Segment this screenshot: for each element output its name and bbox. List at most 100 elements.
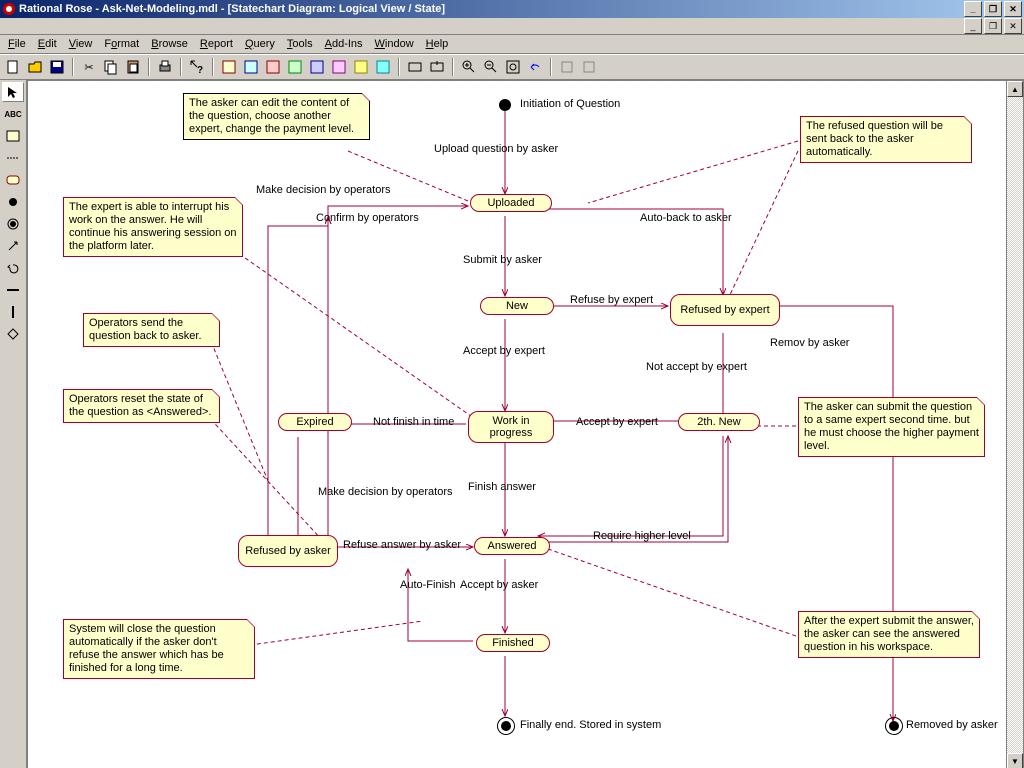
view7-icon[interactable] bbox=[351, 57, 371, 77]
save-icon[interactable] bbox=[47, 57, 67, 77]
menu-file[interactable]: File bbox=[2, 37, 32, 51]
cut-icon[interactable]: ✂ bbox=[79, 57, 99, 77]
state-uploaded[interactable]: Uploaded bbox=[470, 194, 552, 212]
state-refused-asker[interactable]: Refused by asker bbox=[238, 535, 338, 567]
state-2th-new[interactable]: 2th. New bbox=[678, 413, 760, 431]
menu-addins[interactable]: Add-Ins bbox=[319, 37, 369, 51]
view4-icon[interactable] bbox=[285, 57, 305, 77]
scroll-up-icon[interactable]: ▲ bbox=[1007, 81, 1023, 97]
label-refuse-ans: Refuse answer by asker bbox=[343, 539, 461, 551]
vbar-tool-icon[interactable] bbox=[2, 302, 24, 322]
fit-icon[interactable] bbox=[503, 57, 523, 77]
label-accept-ask: Accept by asker bbox=[460, 579, 538, 591]
label-final: Finally end. Stored in system bbox=[520, 719, 661, 731]
menu-help[interactable]: Help bbox=[420, 37, 455, 51]
label-autofin: Auto-Finish bbox=[400, 579, 456, 591]
mdi-restore-button[interactable]: ❐ bbox=[984, 18, 1002, 34]
initial-state[interactable] bbox=[499, 99, 511, 111]
open-icon[interactable] bbox=[25, 57, 45, 77]
menu-edit[interactable]: Edit bbox=[32, 37, 63, 51]
note-refused-autoback[interactable]: The refused question will be sent back t… bbox=[800, 116, 972, 163]
canvas-wrap: Uploaded New Refused by expert Expired W… bbox=[27, 80, 1024, 768]
label-remov: Remov by asker bbox=[770, 337, 849, 349]
zoomout-icon[interactable] bbox=[481, 57, 501, 77]
menu-browse[interactable]: Browse bbox=[145, 37, 194, 51]
state-wip[interactable]: Work in progress bbox=[468, 411, 554, 443]
print-icon[interactable] bbox=[155, 57, 175, 77]
menu-view[interactable]: View bbox=[63, 37, 99, 51]
menu-report[interactable]: Report bbox=[194, 37, 239, 51]
menu-bar: File Edit View Format Browse Report Quer… bbox=[0, 35, 1024, 54]
view2-icon[interactable] bbox=[241, 57, 261, 77]
parent-icon[interactable] bbox=[427, 57, 447, 77]
label-notaccept: Not accept by expert bbox=[646, 361, 747, 373]
view1-icon[interactable] bbox=[219, 57, 239, 77]
undo-icon[interactable] bbox=[525, 57, 545, 77]
hbar-tool-icon[interactable] bbox=[2, 280, 24, 300]
tb-extra1-icon[interactable] bbox=[557, 57, 577, 77]
note-second-submit[interactable]: The asker can submit the question to a s… bbox=[798, 397, 985, 457]
tool-palette: ABC bbox=[0, 80, 27, 768]
final-state-removed[interactable] bbox=[885, 717, 903, 735]
title-bar: Rational Rose - Ask-Net-Modeling.mdl - [… bbox=[0, 0, 1024, 18]
label-make2: Make decision by operators bbox=[318, 486, 453, 498]
menu-tools[interactable]: Tools bbox=[281, 37, 319, 51]
paste-icon[interactable] bbox=[123, 57, 143, 77]
note-tool-icon[interactable] bbox=[2, 126, 24, 146]
view5-icon[interactable] bbox=[307, 57, 327, 77]
svg-text:?: ? bbox=[197, 65, 203, 75]
start-tool-icon[interactable] bbox=[2, 192, 24, 212]
maximize-button[interactable]: ❐ bbox=[984, 1, 1002, 17]
note-autoclose[interactable]: System will close the question automatic… bbox=[63, 619, 255, 679]
help-icon[interactable]: ? bbox=[187, 57, 207, 77]
selftrans-tool-icon[interactable] bbox=[2, 258, 24, 278]
text-tool-icon[interactable]: ABC bbox=[2, 104, 24, 124]
browse-icon[interactable] bbox=[405, 57, 425, 77]
final-state-stored[interactable] bbox=[497, 717, 515, 735]
state-finished[interactable]: Finished bbox=[476, 634, 550, 652]
diagram-canvas[interactable]: Uploaded New Refused by expert Expired W… bbox=[27, 80, 1008, 768]
view8-icon[interactable] bbox=[373, 57, 393, 77]
note-expert-interrupt[interactable]: The expert is able to interrupt his work… bbox=[63, 197, 243, 257]
copy-icon[interactable] bbox=[101, 57, 121, 77]
new-icon[interactable] bbox=[3, 57, 23, 77]
view6-icon[interactable] bbox=[329, 57, 349, 77]
label-refuse-ex: Refuse by expert bbox=[570, 294, 653, 306]
label-submit: Submit by asker bbox=[463, 254, 542, 266]
note-edit-content[interactable]: The asker can edit the content of the qu… bbox=[183, 93, 370, 140]
anchor-tool-icon[interactable] bbox=[2, 148, 24, 168]
label-removed: Removed by asker bbox=[906, 719, 998, 731]
note-operators-back[interactable]: Operators send the question back to aske… bbox=[83, 313, 220, 347]
state-refused-expert[interactable]: Refused by expert bbox=[670, 294, 780, 326]
vertical-scrollbar[interactable]: ▲ ▼ bbox=[1006, 80, 1024, 768]
toolbar: ✂ ? bbox=[0, 54, 1024, 80]
label-upload: Upload question by asker bbox=[434, 143, 558, 155]
state-answered[interactable]: Answered bbox=[474, 537, 550, 555]
label-init: Initiation of Question bbox=[520, 98, 620, 110]
menu-window[interactable]: Window bbox=[369, 37, 420, 51]
label-confirm: Confirm by operators bbox=[316, 212, 419, 224]
mdi-close-button[interactable]: ✕ bbox=[1004, 18, 1022, 34]
note-operators-reset[interactable]: Operators reset the state of the questio… bbox=[63, 389, 220, 423]
close-button[interactable]: ✕ bbox=[1004, 1, 1022, 17]
zoomin-icon[interactable] bbox=[459, 57, 479, 77]
mdi-minimize-button[interactable]: _ bbox=[964, 18, 982, 34]
label-accept-ex: Accept by expert bbox=[463, 345, 545, 357]
menu-format[interactable]: Format bbox=[98, 37, 145, 51]
transition-tool-icon[interactable] bbox=[2, 236, 24, 256]
label-make1: Make decision by operators bbox=[256, 184, 391, 196]
state-new[interactable]: New bbox=[480, 297, 554, 315]
title-text: Rational Rose - Ask-Net-Modeling.mdl - [… bbox=[19, 3, 445, 15]
end-tool-icon[interactable] bbox=[2, 214, 24, 234]
menu-query[interactable]: Query bbox=[239, 37, 281, 51]
minimize-button[interactable]: _ bbox=[964, 1, 982, 17]
view3-icon[interactable] bbox=[263, 57, 283, 77]
scroll-down-icon[interactable]: ▼ bbox=[1007, 753, 1023, 768]
state-expired[interactable]: Expired bbox=[278, 413, 352, 431]
tb-extra2-icon[interactable] bbox=[579, 57, 599, 77]
label-accept-ex2: Accept by expert bbox=[576, 416, 658, 428]
decision-tool-icon[interactable] bbox=[2, 324, 24, 344]
pointer-tool-icon[interactable] bbox=[2, 82, 24, 102]
note-after-submit[interactable]: After the expert submit the answer, the … bbox=[798, 611, 980, 658]
state-tool-icon[interactable] bbox=[2, 170, 24, 190]
